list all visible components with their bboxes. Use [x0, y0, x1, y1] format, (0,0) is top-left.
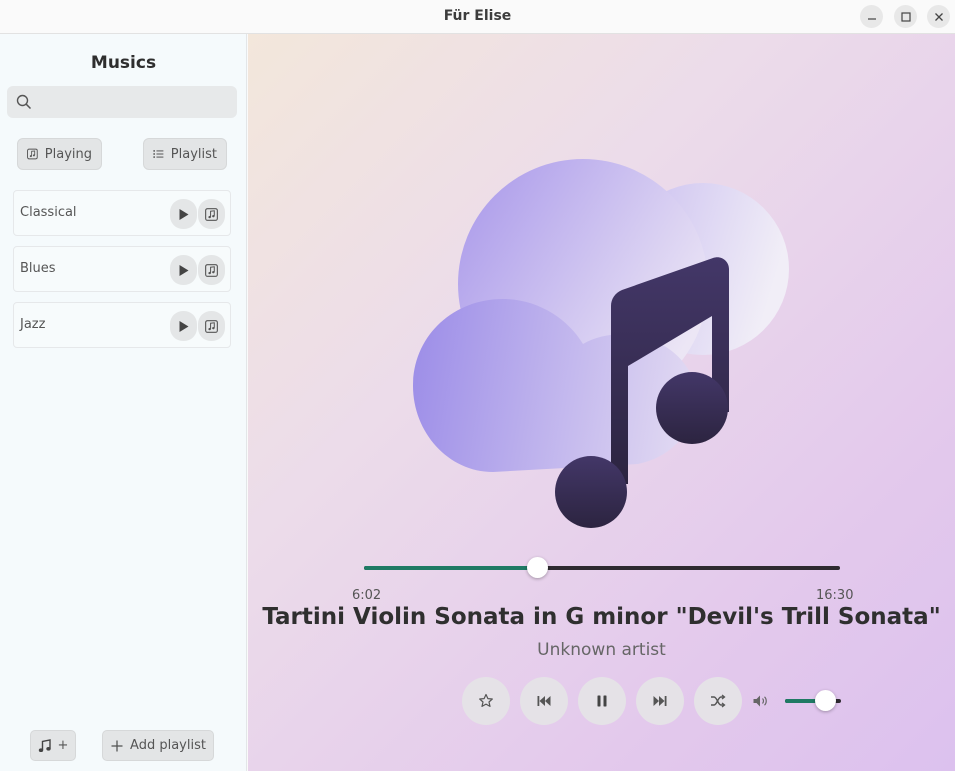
close-icon — [934, 12, 943, 21]
skip-next-icon — [653, 696, 667, 706]
playlist-item-classical[interactable]: Classical — [13, 190, 231, 236]
music-note-icon — [205, 319, 218, 333]
list-icon — [153, 150, 164, 158]
playlist-item-blues[interactable]: Blues — [13, 246, 231, 292]
play-playlist-button[interactable] — [170, 199, 197, 229]
music-note-icon — [205, 263, 218, 277]
seek-bar-fill — [364, 566, 538, 570]
volume-icon[interactable] — [752, 693, 768, 709]
add-music-button[interactable]: + — [30, 730, 76, 761]
player-panel: 6:02 16:30 Tartini Violin Sonata in G mi… — [248, 34, 955, 771]
plus-icon — [111, 740, 123, 751]
music-note-shape — [555, 456, 627, 528]
previous-button[interactable] — [520, 677, 568, 725]
shuffle-button[interactable] — [694, 677, 742, 725]
next-button[interactable] — [636, 677, 684, 725]
tab-playlist[interactable]: Playlist — [143, 138, 227, 170]
song-title: Tartini Violin Sonata in G minor "Devil'… — [262, 604, 941, 630]
music-note-icon — [38, 738, 51, 752]
play-playlist-button[interactable] — [170, 255, 197, 285]
sidebar-heading: Musics — [90, 53, 157, 73]
star-icon — [479, 693, 493, 707]
add-playlist-button[interactable]: Add playlist — [102, 730, 214, 761]
playlist-label: Blues — [20, 261, 56, 276]
playlist-songs-button[interactable] — [198, 311, 225, 341]
music-note-icon — [27, 148, 38, 160]
seek-bar[interactable] — [364, 557, 840, 578]
play-playlist-button[interactable] — [170, 311, 197, 341]
pause-icon — [597, 695, 607, 707]
tab-playlist-label: Playlist — [170, 146, 217, 162]
tab-playing[interactable]: Playing — [17, 138, 102, 170]
playlist-songs-button[interactable] — [198, 199, 225, 229]
search-icon — [16, 94, 32, 110]
play-icon — [179, 320, 189, 332]
search-input[interactable] — [39, 90, 229, 114]
favorite-button[interactable] — [462, 677, 510, 725]
play-icon — [179, 208, 189, 220]
maximize-button[interactable] — [894, 5, 917, 28]
add-playlist-label: Add playlist — [130, 738, 206, 753]
music-note-shape — [656, 372, 728, 444]
skip-previous-icon — [537, 696, 551, 706]
playlist-songs-button[interactable] — [198, 255, 225, 285]
sidebar: Musics Playing Playlist Classical Blues … — [0, 34, 247, 771]
music-note-icon — [205, 207, 218, 221]
close-button[interactable] — [927, 5, 950, 28]
volume-slider[interactable] — [785, 690, 841, 711]
playlist-label: Jazz — [20, 317, 46, 332]
search-box — [7, 86, 237, 118]
window-title: Für Elise — [443, 8, 512, 24]
play-icon — [179, 264, 189, 276]
seek-bar-handle[interactable] — [527, 557, 549, 578]
maximize-icon — [900, 11, 911, 22]
current-time: 6:02 — [352, 588, 382, 603]
title-bar: Für Elise — [0, 0, 955, 34]
album-art — [413, 159, 789, 528]
minimize-button[interactable] — [860, 5, 883, 28]
total-time: 16:30 — [816, 588, 854, 603]
add-music-label: + — [57, 738, 69, 753]
playlist-item-jazz[interactable]: Jazz — [13, 302, 231, 348]
volume-slider-handle[interactable] — [814, 690, 836, 711]
shuffle-icon — [711, 694, 726, 708]
tab-playing-label: Playing — [44, 146, 92, 162]
artist-name: Unknown artist — [537, 640, 666, 660]
minimize-icon — [867, 17, 876, 20]
playlist-label: Classical — [20, 205, 77, 220]
pause-button[interactable] — [578, 677, 626, 725]
